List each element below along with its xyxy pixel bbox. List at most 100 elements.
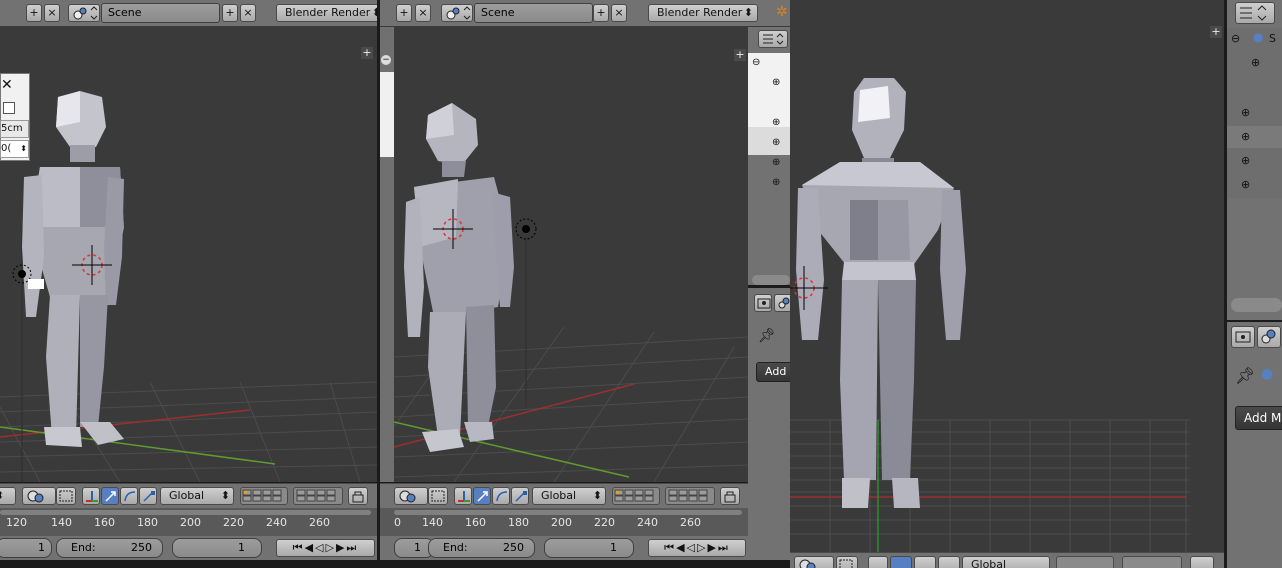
render-tab[interactable] — [754, 294, 772, 312]
render-engine-dropdown[interactable]: Blender Render ⬍ — [276, 4, 377, 22]
timeline-scrollbar[interactable] — [394, 510, 742, 515]
end-frame-label: End: — [443, 541, 468, 554]
scene-name-field[interactable]: Scene — [101, 3, 220, 23]
layers-group-1[interactable] — [1056, 556, 1114, 568]
checkbox[interactable] — [3, 102, 15, 114]
add-region-button[interactable]: + — [734, 49, 746, 61]
layers-group-2[interactable] — [665, 487, 715, 505]
expand-icon[interactable]: ⊕ — [1241, 130, 1250, 143]
scene-type-button[interactable] — [68, 4, 100, 22]
3d-viewport[interactable]: + — [790, 0, 1224, 552]
playback-controls[interactable]: ⏮◀◁▷▶⏭ — [648, 539, 746, 557]
add-scene-button[interactable]: + — [593, 4, 609, 22]
timeline-ruler[interactable]: 120 140 160 180 200 220 240 260 — [0, 508, 377, 538]
remove-screen-button[interactable]: × — [415, 4, 431, 22]
lock-layers-button[interactable] — [348, 487, 368, 505]
pivot-button[interactable] — [56, 487, 76, 505]
scene-tab[interactable] — [774, 294, 790, 312]
add-screen-button[interactable]: + — [396, 4, 412, 22]
scene-icon — [73, 6, 98, 20]
mode-dropdown[interactable]: ⬍ — [0, 487, 16, 505]
pin-icon[interactable]: 📌︎ — [758, 328, 776, 344]
playback-controls[interactable]: ⏮◀◁▷▶⏭ — [276, 539, 375, 557]
lock-layers-button[interactable] — [1190, 556, 1214, 568]
expand-icon[interactable]: ⊕ — [1251, 56, 1260, 69]
outliner-display-dropdown[interactable] — [758, 30, 788, 48]
expand-icon[interactable]: ⊕ — [772, 177, 780, 188]
shading-dropdown[interactable] — [394, 487, 428, 505]
remove-scene-button[interactable]: × — [240, 4, 256, 22]
value-field-2[interactable]: 0(⬍ — [0, 140, 29, 158]
outliner-panel: ⊖ ⊕ ⊕ ⊕ ⊕ ⊕ — [748, 27, 790, 285]
add-region-button[interactable]: + — [1210, 26, 1222, 38]
layers-group-2[interactable] — [1122, 556, 1182, 568]
add-button[interactable]: Add l — [756, 362, 790, 382]
remove-scene-button[interactable]: × — [611, 4, 627, 22]
spinner-icon[interactable]: ⬍ — [20, 141, 27, 157]
arrow-icon — [105, 491, 116, 502]
add-modifier-button[interactable]: Add M — [1235, 406, 1282, 430]
expand-icon[interactable]: ⊕ — [1241, 154, 1250, 167]
scene-tab[interactable] — [1257, 326, 1281, 348]
current-frame-field[interactable]: 1 — [544, 538, 634, 558]
translate-button[interactable] — [101, 487, 119, 505]
collapse-icon[interactable]: ⊖ — [1231, 32, 1240, 45]
expand-icon[interactable]: ⊕ — [1241, 178, 1250, 191]
current-frame-field[interactable]: 1 — [172, 538, 262, 558]
close-icon[interactable]: ✕ — [1, 78, 13, 92]
3d-viewport[interactable]: + ✕ 5cm 0(⬍ — [0, 27, 377, 482]
3d-viewport[interactable]: + — [394, 27, 748, 482]
translate-button[interactable] — [473, 487, 491, 505]
scene-name-field[interactable]: Scene — [474, 3, 593, 23]
rotate-button[interactable] — [914, 556, 936, 568]
scale-button[interactable] — [139, 487, 157, 505]
start-frame-field[interactable]: 1 — [0, 538, 52, 558]
rotate-button[interactable] — [492, 487, 510, 505]
rotate-button[interactable] — [120, 487, 138, 505]
scene-type-button[interactable] — [441, 4, 473, 22]
orientation-dropdown[interactable]: Global ⬍ — [532, 487, 606, 505]
expand-icon[interactable]: ⊕ — [772, 117, 780, 128]
shading-dropdown[interactable] — [794, 556, 834, 568]
lock-layers-button[interactable] — [720, 487, 740, 505]
expand-icon[interactable]: ⊕ — [772, 77, 780, 88]
collapse-icon[interactable]: − — [381, 55, 391, 65]
end-frame-field[interactable]: End: 250 — [56, 538, 163, 558]
manipulator-toggle[interactable] — [82, 487, 100, 505]
layers-group-2[interactable] — [293, 487, 343, 505]
pivot-button[interactable] — [836, 556, 858, 568]
outliner-scrollbar[interactable] — [752, 275, 790, 285]
scale-button[interactable] — [938, 556, 960, 568]
expand-icon[interactable]: ⊕ — [772, 137, 780, 148]
layers-icon — [296, 489, 336, 502]
remove-screen-button[interactable]: × — [44, 4, 60, 22]
timeline-scrollbar[interactable] — [0, 510, 371, 515]
expand-icon[interactable]: ⊕ — [772, 157, 780, 168]
orientation-dropdown[interactable]: Global ⬍ — [160, 487, 234, 505]
grid-select-icon — [59, 490, 73, 502]
outliner-display-dropdown[interactable] — [1235, 2, 1275, 24]
timeline-ruler[interactable]: 0 140 160 180 200 220 240 260 — [380, 508, 748, 538]
manipulator-toggle[interactable] — [454, 487, 472, 505]
collapse-icon[interactable]: ⊖ — [752, 57, 760, 68]
value-field-1[interactable]: 5cm — [0, 120, 29, 138]
expand-icon[interactable]: ⊕ — [1241, 106, 1250, 119]
add-region-button[interactable]: + — [361, 47, 373, 59]
pin-icon[interactable]: 📌︎ — [1235, 366, 1255, 385]
manipulator-toggle[interactable] — [868, 556, 888, 568]
layers-icon — [614, 489, 654, 502]
orientation-dropdown[interactable]: Global — [962, 556, 1050, 568]
outliner-scrollbar[interactable] — [1231, 298, 1282, 312]
scale-button[interactable] — [511, 487, 529, 505]
shading-dropdown[interactable] — [22, 487, 56, 505]
layers-group-1[interactable] — [240, 487, 288, 505]
render-tab[interactable] — [1231, 326, 1255, 348]
layers-group-1[interactable] — [612, 487, 660, 505]
translate-button[interactable] — [890, 556, 912, 568]
add-screen-button[interactable]: + — [26, 4, 42, 22]
end-frame-field[interactable]: End: 250 — [428, 538, 535, 558]
sphere-icon — [799, 559, 816, 568]
add-scene-button[interactable]: + — [222, 4, 238, 22]
render-engine-dropdown[interactable]: Blender Render ⬍ — [648, 4, 758, 22]
pivot-button[interactable] — [428, 487, 448, 505]
